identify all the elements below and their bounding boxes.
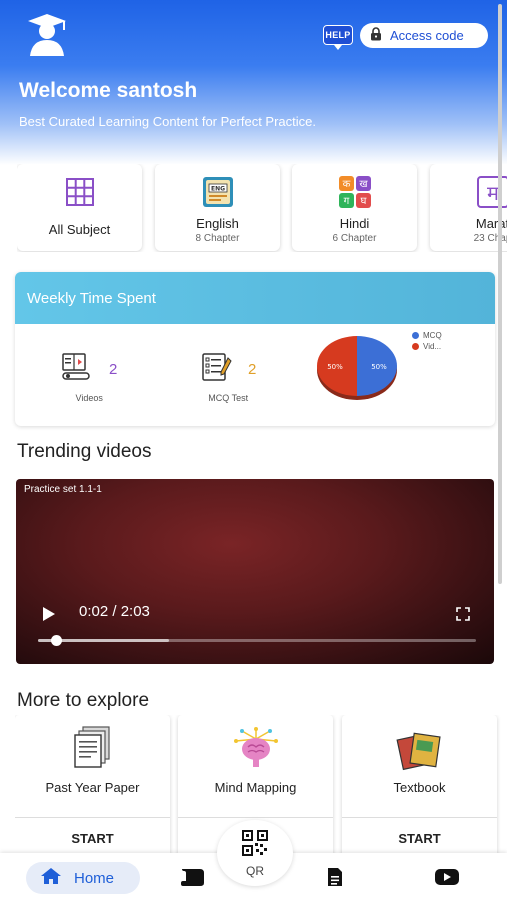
chapter-count: 8 Chapter xyxy=(195,233,240,244)
hindi-letters-icon: क ख ग घ xyxy=(337,174,373,210)
subject-name: English xyxy=(196,216,239,231)
time-pie-chart: 50% 50% xyxy=(317,336,397,400)
divider xyxy=(342,817,497,818)
pie-slice-label-0: 50% xyxy=(371,363,387,371)
papers-icon xyxy=(15,725,170,771)
svg-text:क: क xyxy=(342,179,350,190)
start-button[interactable]: START xyxy=(15,831,170,846)
subject-name: Marat xyxy=(475,216,507,231)
grid-icon xyxy=(62,174,98,210)
chapter-count: 6 Chapter xyxy=(332,233,377,244)
subject-carousel[interactable]: All Subject ENG English 8 Chapter क ख ग … xyxy=(17,164,507,252)
videos-stat: 2 Videos xyxy=(61,352,117,403)
access-code-label: Access code xyxy=(390,28,464,43)
divider xyxy=(15,817,170,818)
help-icon[interactable]: HELP xyxy=(323,25,353,50)
subject-card-marathi[interactable]: म Marat 23 Chap xyxy=(430,164,507,251)
nav-home-label: Home xyxy=(74,869,115,887)
mcq-stat: 2 MCQ Test xyxy=(200,352,256,403)
pie-slice-label-1: 50% xyxy=(327,363,343,371)
subject-card-english[interactable]: ENG English 8 Chapter xyxy=(155,164,280,251)
brain-icon xyxy=(178,725,333,771)
scrollbar[interactable] xyxy=(498,4,502,584)
video-seek-bar[interactable] xyxy=(38,635,476,646)
seek-handle[interactable] xyxy=(50,635,62,646)
legend-label: MCQ xyxy=(423,331,442,340)
marathi-letter-icon: म xyxy=(475,174,507,210)
qr-code-icon xyxy=(242,830,268,861)
divider xyxy=(178,817,333,818)
legend-item-mcq: MCQ xyxy=(412,330,442,341)
weekly-time-card: Weekly Time Spent 2 Videos 2 MCQ Test 50… xyxy=(15,272,495,426)
mcq-count: 2 xyxy=(248,361,257,378)
legend-dot xyxy=(412,332,419,339)
tagline: Best Curated Learning Content for Perfec… xyxy=(19,114,316,129)
svg-text:ग: ग xyxy=(343,196,349,207)
subject-card-hindi[interactable]: क ख ग घ Hindi 6 Chapter xyxy=(292,164,417,251)
fullscreen-icon[interactable] xyxy=(456,607,470,626)
weekly-time-title: Weekly Time Spent xyxy=(15,272,495,324)
trending-title: Trending videos xyxy=(17,441,152,462)
video-lesson-icon xyxy=(61,352,95,387)
svg-text:ENG: ENG xyxy=(210,186,224,193)
mcq-label: MCQ Test xyxy=(208,393,249,403)
home-icon xyxy=(40,867,62,889)
video-title: Practice set 1.1-1 xyxy=(24,484,102,495)
legend-item-videos: Vid... xyxy=(412,341,442,352)
document-icon[interactable] xyxy=(326,867,344,892)
qr-label: QR xyxy=(246,864,264,878)
explore-name: Past Year Paper xyxy=(45,780,140,795)
student-avatar-icon[interactable] xyxy=(22,12,72,58)
pie-legend: MCQ Vid... xyxy=(412,330,442,352)
explore-name: Textbook xyxy=(393,780,446,795)
videos-count: 2 xyxy=(109,361,118,378)
youtube-icon[interactable] xyxy=(434,867,460,892)
play-icon[interactable] xyxy=(42,606,56,627)
subject-card-all[interactable]: All Subject xyxy=(17,164,142,251)
nav-home[interactable]: Home xyxy=(26,862,140,894)
lock-icon xyxy=(370,27,382,44)
videos-label: Videos xyxy=(75,393,103,403)
subject-name: Hindi xyxy=(339,216,370,231)
scroll-notes-icon[interactable] xyxy=(180,867,208,892)
video-time: 0:02 / 2:03 xyxy=(79,603,150,620)
explore-title: More to explore xyxy=(17,690,150,711)
textbook-icon xyxy=(342,725,497,771)
legend-dot xyxy=(412,343,419,350)
legend-label: Vid... xyxy=(423,342,442,351)
video-player[interactable]: Practice set 1.1-1 0:02 / 2:03 xyxy=(16,479,494,664)
qr-scan-button[interactable]: QR xyxy=(217,820,293,886)
start-button[interactable]: START xyxy=(342,831,497,846)
explore-card-past-year-paper[interactable]: Past Year Paper START xyxy=(15,715,170,855)
explore-card-textbook[interactable]: Textbook START xyxy=(342,715,497,855)
english-book-icon: ENG xyxy=(200,174,236,210)
welcome-title: Welcome santosh xyxy=(19,79,198,102)
access-code-button[interactable]: Access code xyxy=(360,23,488,48)
mcq-test-icon xyxy=(200,352,234,387)
explore-name: Mind Mapping xyxy=(214,780,297,795)
svg-text:ख: ख xyxy=(359,179,368,190)
subject-name: All Subject xyxy=(48,222,111,237)
